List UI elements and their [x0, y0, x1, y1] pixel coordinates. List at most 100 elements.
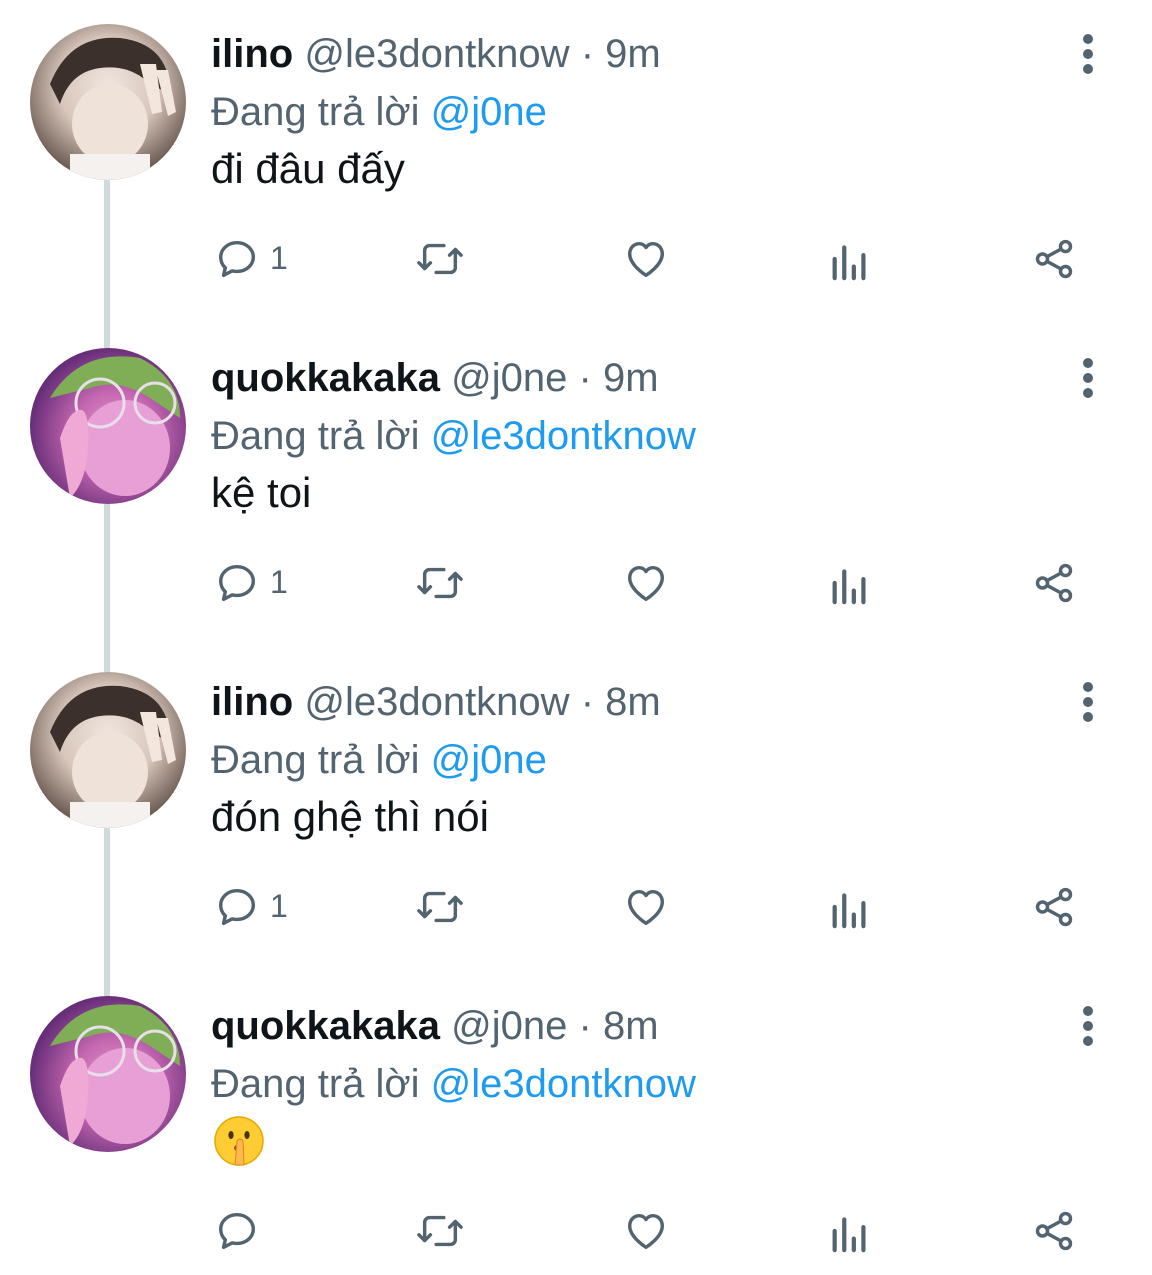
separator-dot: · [578, 1004, 592, 1048]
share-button[interactable] [1030, 230, 1080, 286]
retweet-button[interactable] [414, 878, 470, 934]
retweet-button[interactable] [414, 230, 470, 286]
share-icon [1035, 239, 1073, 279]
like-button[interactable] [622, 230, 672, 286]
heart-icon [627, 1213, 665, 1250]
views-icon [832, 893, 866, 929]
tweet[interactable]: ilino @le3dontknow · 8m Đang trả lời @j0… [0, 644, 1152, 982]
reply-icon [218, 564, 256, 602]
timestamp[interactable]: 9m [603, 356, 659, 400]
replying-to: Đang trả lời @le3dontknow [211, 410, 696, 462]
tweet-header: quokkakaka @j0ne · 9m [211, 352, 659, 404]
like-button[interactable] [622, 1202, 672, 1258]
heart-icon [627, 889, 665, 926]
user-handle[interactable]: @j0ne [451, 1004, 567, 1048]
share-icon [1035, 887, 1073, 927]
views-button[interactable] [828, 878, 872, 934]
views-icon [832, 245, 866, 281]
replying-to: Đang trả lời @le3dontknow [211, 1058, 696, 1110]
share-button[interactable] [1030, 554, 1080, 610]
tweet[interactable]: quokkakaka @j0ne · 9m Đang trả lời @le3d… [0, 320, 1152, 658]
user-handle[interactable]: @j0ne [451, 356, 567, 400]
avatar-image [50, 685, 176, 828]
reply-button[interactable]: 1 [214, 554, 334, 610]
timestamp[interactable]: 8m [605, 680, 661, 724]
replying-prefix: Đang trả lời [211, 1062, 420, 1106]
display-name[interactable]: quokkakaka [211, 1004, 440, 1048]
tweet-text: đi đâu đấy [211, 145, 405, 192]
tweet-actions: 1 [0, 554, 1152, 610]
reply-icon [218, 888, 256, 926]
display-name[interactable]: ilino [211, 32, 293, 76]
display-name[interactable]: quokkakaka [211, 356, 440, 400]
retweet-icon [417, 1215, 463, 1247]
avatar[interactable] [30, 348, 186, 504]
heart-icon [627, 241, 665, 278]
reply-count: 1 [270, 564, 288, 600]
tweet-actions [0, 1202, 1152, 1258]
more-vertical-icon[interactable] [1068, 352, 1108, 404]
reply-icon [218, 240, 256, 278]
avatar[interactable] [30, 24, 186, 180]
views-button[interactable] [828, 554, 872, 610]
tweet[interactable]: ilino @le3dontknow · 9m Đang trả lời @j0… [0, 10, 1152, 334]
separator-dot: · [580, 32, 595, 76]
shushing-face-emoji [214, 1116, 264, 1166]
thread-line [104, 320, 110, 348]
tweet-text: đón ghệ thì nói [211, 793, 489, 840]
display-name[interactable]: ilino [211, 680, 293, 724]
share-icon [1035, 563, 1073, 603]
tweet-header: ilino @le3dontknow · 9m [211, 28, 661, 80]
tweet-header: ilino @le3dontknow · 8m [211, 676, 661, 728]
avatar-image [50, 1004, 180, 1146]
tweet[interactable]: quokkakaka @j0ne · 8m Đang trả lời @le3d… [0, 968, 1152, 1275]
share-button[interactable] [1030, 1202, 1080, 1258]
avatar[interactable] [30, 672, 186, 828]
reply-count: 1 [270, 888, 288, 924]
views-button[interactable] [828, 230, 872, 286]
timestamp[interactable]: 9m [605, 32, 661, 76]
thread-line [104, 968, 110, 996]
tweet-actions: 1 [0, 878, 1152, 934]
reply-button[interactable] [214, 1202, 334, 1258]
reply-icon [218, 1212, 256, 1250]
reply-button[interactable]: 1 [214, 230, 334, 286]
retweet-icon [417, 891, 463, 923]
reply-button[interactable]: 1 [214, 878, 334, 934]
retweet-icon [417, 567, 463, 599]
replying-prefix: Đang trả lời [211, 414, 420, 458]
avatar-image [50, 37, 176, 180]
heart-icon [627, 565, 665, 602]
views-button[interactable] [828, 1202, 872, 1258]
reply-count: 1 [270, 240, 288, 276]
replying-to: Đang trả lời @j0ne [211, 86, 547, 138]
mention-link[interactable]: @le3dontknow [431, 1062, 696, 1106]
share-icon [1035, 1211, 1073, 1251]
separator-dot: · [578, 356, 592, 400]
avatar[interactable] [30, 996, 186, 1152]
thread-line [104, 644, 110, 672]
views-icon [832, 1217, 866, 1253]
tweet-text: kệ toi [211, 469, 312, 516]
like-button[interactable] [622, 878, 672, 934]
user-handle[interactable]: @le3dontknow [304, 680, 569, 724]
like-button[interactable] [622, 554, 672, 610]
views-icon [832, 569, 866, 605]
retweet-icon [417, 243, 463, 275]
retweet-button[interactable] [414, 1202, 470, 1258]
avatar-image [50, 356, 180, 498]
mention-link[interactable]: @j0ne [431, 738, 547, 782]
timestamp[interactable]: 8m [603, 1004, 659, 1048]
tweet-actions: 1 [0, 230, 1152, 286]
mention-link[interactable]: @le3dontknow [431, 414, 696, 458]
user-handle[interactable]: @le3dontknow [304, 32, 569, 76]
replying-to: Đang trả lời @j0ne [211, 734, 547, 786]
tweet-header: quokkakaka @j0ne · 8m [211, 1000, 659, 1052]
retweet-button[interactable] [414, 554, 470, 610]
share-button[interactable] [1030, 878, 1080, 934]
more-vertical-icon[interactable] [1068, 1000, 1108, 1052]
mention-link[interactable]: @j0ne [431, 90, 547, 134]
more-vertical-icon[interactable] [1068, 676, 1108, 728]
conversation-thread: ilino @le3dontknow · 9m Đang trả lời @j0… [0, 0, 1152, 1275]
more-vertical-icon[interactable] [1068, 28, 1108, 80]
